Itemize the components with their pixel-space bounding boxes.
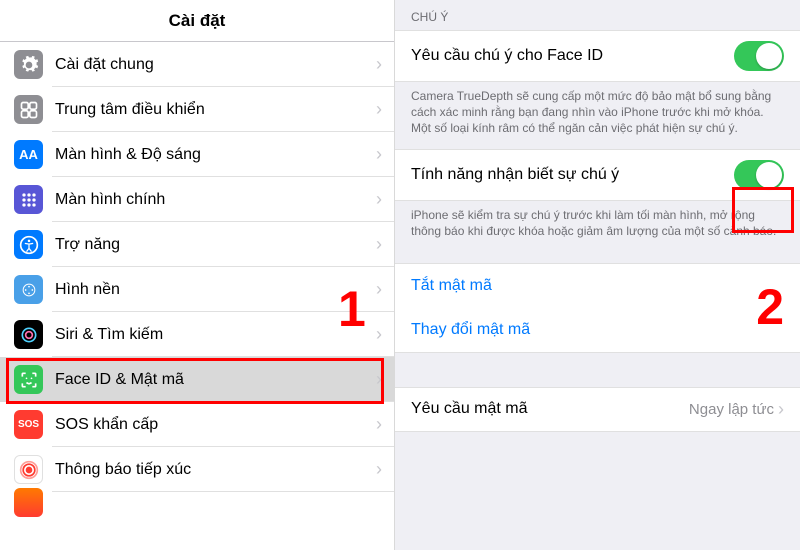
sliders-icon [14,95,43,124]
row-siri-search[interactable]: Siri & Tìm kiếm › [0,312,394,357]
chevron-right-icon: › [376,54,394,75]
row-label: Thông báo tiếp xúc [55,461,376,479]
row-label: Siri & Tìm kiếm [55,326,376,344]
accessibility-icon [14,230,43,259]
row-accessibility[interactable]: Trợ năng › [0,222,394,267]
footer-attention-aware: iPhone sẽ kiểm tra sự chú ý trước khi là… [395,201,800,251]
row-turn-off-passcode[interactable]: Tắt mật mã [395,263,800,308]
section-header-attention: Chú ý [395,0,800,30]
row-display-brightness[interactable]: AA Màn hình & Độ sáng › [0,132,394,177]
row-exposure-notifications[interactable]: Thông báo tiếp xúc › [0,447,394,492]
grid-icon [14,185,43,214]
chevron-right-icon: › [376,279,394,300]
row-change-passcode[interactable]: Thay đổi mật mã [395,308,800,353]
row-label: Yêu cầu mật mã [411,400,689,418]
row-home-screen[interactable]: Màn hình chính › [0,177,394,222]
toggle-attention-aware[interactable] [734,160,784,190]
settings-list: Cài đặt chung › Trung tâm điều khiển › A… [0,42,394,512]
row-control-center[interactable]: Trung tâm điều khiển › [0,87,394,132]
chevron-right-icon: › [376,234,394,255]
row-label: Face ID & Mật mã [55,371,376,389]
chevron-right-icon: › [376,144,394,165]
chevron-right-icon: › [376,414,394,435]
chevron-right-icon: › [376,189,394,210]
settings-title: Cài đặt [0,0,394,42]
wallpaper-icon [14,275,43,304]
row-label: Tính năng nhận biết sự chú ý [411,166,734,184]
row-label: Hình nền [55,281,376,299]
row-label: Màn hình & Độ sáng [55,146,376,164]
row-label: Trung tâm điều khiển [55,101,376,119]
row-attention-aware[interactable]: Tính năng nhận biết sự chú ý [395,149,800,201]
toggle-require-attention-faceid[interactable] [734,41,784,71]
row-label: Trợ năng [55,236,376,254]
gear-icon [14,50,43,79]
row-faceid-passcode[interactable]: Face ID & Mật mã › [0,357,394,402]
chevron-right-icon: › [376,99,394,120]
row-wallpaper[interactable]: Hình nền › [0,267,394,312]
row-require-passcode[interactable]: Yêu cầu mật mã Ngay lập tức › [395,387,800,432]
row-partial[interactable] [0,492,394,512]
partial-icon [14,488,43,517]
chevron-right-icon: › [376,459,394,480]
link-turn-off-passcode[interactable]: Tắt mật mã [411,277,784,295]
row-general[interactable]: Cài đặt chung › [0,42,394,87]
row-label: SOS khẩn cấp [55,416,376,434]
settings-master-pane: Cài đặt Cài đặt chung › Trung tâm điều k… [0,0,395,550]
link-change-passcode[interactable]: Thay đổi mật mã [411,321,784,339]
sos-icon: SOS [14,410,43,439]
row-require-attention-faceid[interactable]: Yêu cầu chú ý cho Face ID [395,30,800,82]
require-passcode-value: Ngay lập tức [689,401,774,418]
row-label: Yêu cầu chú ý cho Face ID [411,47,734,65]
row-emergency-sos[interactable]: SOS SOS khẩn cấp › [0,402,394,447]
settings-detail-pane: Chú ý Yêu cầu chú ý cho Face ID Camera T… [395,0,800,550]
text-size-icon: AA [14,140,43,169]
chevron-right-icon: › [376,324,394,345]
page-title: Cài đặt [169,11,226,31]
faceid-icon [14,365,43,394]
exposure-icon [14,455,43,484]
chevron-right-icon: › [376,369,394,390]
siri-icon [14,320,43,349]
footer-attention-faceid: Camera TrueDepth sẽ cung cấp một mức độ … [395,82,800,149]
row-label: Màn hình chính [55,191,376,209]
row-label: Cài đặt chung [55,56,376,74]
chevron-right-icon: › [778,399,784,420]
